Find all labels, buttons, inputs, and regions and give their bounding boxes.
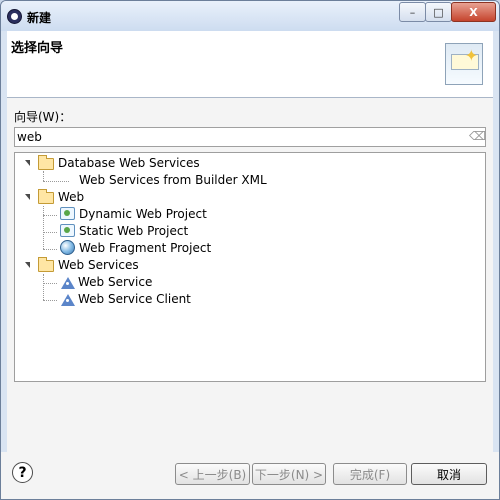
tree-guide-line (43, 215, 57, 216)
tree-item-static-web-project[interactable]: Static Web Project (60, 222, 188, 239)
eraser-icon[interactable]: ⌫ (469, 130, 486, 142)
expand-triangle-icon[interactable] (25, 193, 33, 201)
expand-triangle-icon[interactable] (25, 261, 33, 269)
tree-item-label: Web Fragment Project (79, 240, 212, 255)
tree-item-web-service[interactable]: Web Service (60, 273, 152, 290)
filter-label-text: 向导(W)： (14, 110, 72, 124)
tree-item-web-service-client[interactable]: Web Service Client (60, 290, 191, 307)
close-button[interactable]: X (451, 2, 496, 22)
folder-icon (38, 188, 54, 204)
expand-triangle-icon[interactable] (25, 159, 33, 167)
tree-guide-line (43, 249, 57, 250)
next-button[interactable]: 下一步(N) > (252, 463, 326, 485)
tree-item-label: Dynamic Web Project (79, 206, 207, 221)
tree-item-web-services-from-builder-xml[interactable]: Web Services from Builder XML (79, 171, 267, 188)
tree-item-label: Web (58, 189, 85, 204)
tree-guide-line (43, 232, 57, 233)
back-button[interactable]: < 上一步(B) (175, 463, 250, 485)
tree-guide-line (43, 300, 57, 301)
cancel-button[interactable]: 取消 (411, 463, 487, 485)
web-service-icon (60, 275, 75, 289)
tree-item-label: Web Service Client (78, 291, 191, 306)
tree-guide-line (43, 171, 44, 181)
dynamic-web-project-icon (60, 207, 75, 220)
tree-item-web-services[interactable]: Web Services (25, 256, 139, 273)
filter-label: 向导(W)： (14, 108, 71, 125)
wizard-header: 选择向导 ✦ (7, 31, 493, 98)
sparkle-icon: ✦ (464, 46, 478, 65)
wizard-content: 向导(W)： ⌫ Database Web Services Web Servi… (7, 98, 493, 452)
window-title: 新建 (27, 11, 52, 25)
minimize-button[interactable]: – (399, 2, 426, 22)
filter-box[interactable]: ⌫ (14, 127, 486, 147)
header-title: 选择向导 (11, 41, 64, 56)
tree-item-web[interactable]: Web (25, 188, 84, 205)
tree-item-label: Web Services from Builder XML (79, 172, 267, 187)
tree-item-dynamic-web-project[interactable]: Dynamic Web Project (60, 205, 207, 222)
wizard-tree[interactable]: Database Web Services Web Services from … (14, 152, 486, 382)
tree-item-label: Web Services (58, 257, 139, 272)
wizard-footer: ? < 上一步(B) 下一步(N) > 完成(F) 取消 (1, 452, 499, 499)
web-fragment-project-icon (60, 240, 75, 255)
web-service-client-icon (60, 292, 75, 306)
tree-item-database-web-services[interactable]: Database Web Services (25, 154, 200, 171)
tree-item-label: Web Service (78, 274, 153, 289)
tree-item-label: Database Web Services (58, 155, 200, 170)
filter-input[interactable] (17, 128, 457, 146)
static-web-project-icon (60, 224, 75, 237)
tree-guide-line (43, 181, 69, 182)
folder-icon (38, 154, 54, 170)
tree-guide-line (43, 274, 44, 300)
eclipse-icon (7, 9, 22, 24)
folder-icon (38, 256, 54, 272)
maximize-button[interactable]: □ (425, 2, 452, 22)
help-icon[interactable]: ? (12, 462, 33, 483)
tree-item-web-fragment-project[interactable]: Web Fragment Project (60, 239, 211, 256)
title-bar: 新建 – □ X (1, 1, 499, 31)
tree-item-label: Static Web Project (79, 223, 189, 238)
tree-guide-line (43, 206, 44, 249)
tree-guide-line (43, 283, 57, 284)
new-wizard-window: 新建 – □ X 选择向导 ✦ 向导(W)： ⌫ (0, 0, 500, 500)
finish-button[interactable]: 完成(F) (333, 463, 407, 485)
wizard-banner-icon: ✦ (445, 43, 483, 85)
